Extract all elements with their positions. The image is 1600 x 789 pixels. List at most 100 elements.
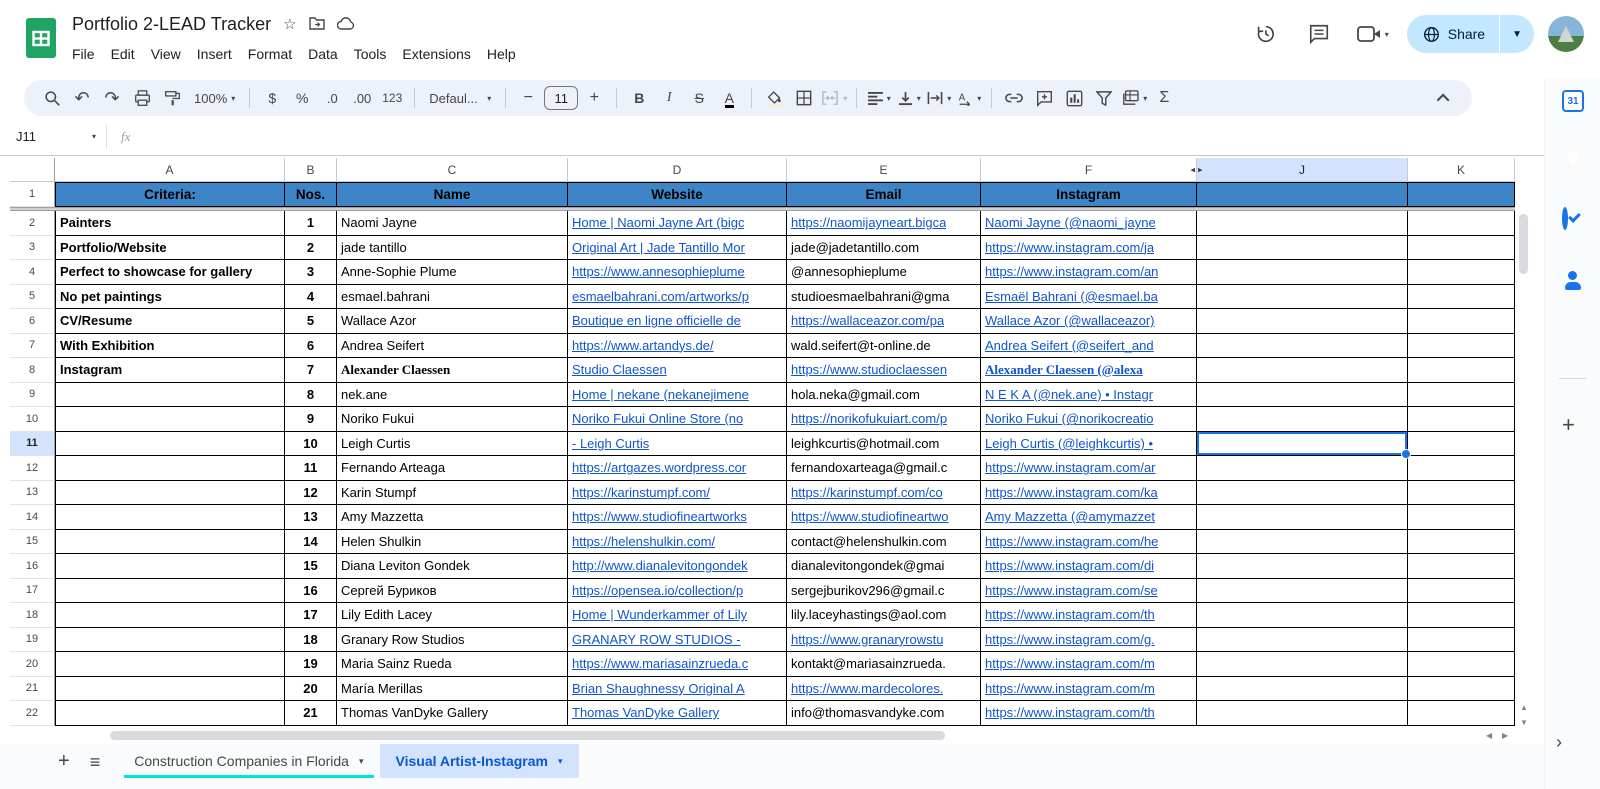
menu-help[interactable]: Help	[479, 43, 524, 65]
font-family-selector[interactable]: Defaul... ▾	[423, 84, 497, 112]
sheets-logo-icon[interactable]	[26, 18, 56, 63]
maps-icon[interactable]	[1562, 330, 1565, 348]
column-header-B[interactable]: B	[285, 158, 337, 182]
cell-K16[interactable]	[1408, 554, 1515, 579]
menu-file[interactable]: File	[64, 43, 103, 65]
row-header-20[interactable]: 20	[10, 652, 55, 677]
column-header-K[interactable]: K	[1408, 158, 1515, 182]
scroll-left-arrow[interactable]: ◀	[1486, 731, 1492, 740]
print-icon[interactable]	[128, 84, 156, 112]
cell-J4[interactable]	[1197, 260, 1408, 285]
cell-F14[interactable]: Amy Mazzetta (@amymazzet	[981, 505, 1197, 530]
cell-F11[interactable]: Leigh Curtis (@leighkcurtis) •	[981, 431, 1197, 456]
cell-E22[interactable]: info@thomasvandyke.com	[787, 701, 981, 726]
cell-K19[interactable]	[1408, 627, 1515, 652]
cell-C10[interactable]: Noriko Fukui	[337, 407, 568, 432]
fx-icon[interactable]: fx	[121, 129, 130, 145]
paint-format-icon[interactable]	[158, 84, 186, 112]
document-title[interactable]: Portfolio 2-LEAD Tracker	[72, 14, 271, 35]
format-currency-icon[interactable]: $	[258, 84, 286, 112]
cell-A10[interactable]	[55, 407, 285, 432]
cell-J8[interactable]	[1197, 358, 1408, 383]
format-percent-icon[interactable]: %	[288, 84, 316, 112]
cell-D4[interactable]: https://www.annesophieplume	[568, 260, 787, 285]
cell-B21[interactable]: 20	[285, 676, 337, 701]
cell-E19[interactable]: https://www.granaryrowstu	[787, 627, 981, 652]
cell-J17[interactable]	[1197, 578, 1408, 603]
cell-E18[interactable]: lily.laceyhastings@aol.com	[787, 603, 981, 628]
cell-C17[interactable]: Сергей Буриков	[337, 578, 568, 603]
row-header-19[interactable]: 19	[10, 627, 55, 652]
cell-A18[interactable]	[55, 603, 285, 628]
calendar-icon[interactable]: 31	[1562, 90, 1584, 112]
insert-chart-icon[interactable]	[1060, 84, 1088, 112]
menu-insert[interactable]: Insert	[189, 43, 240, 65]
scroll-up-arrow[interactable]: ▲	[1520, 703, 1528, 712]
row-header-10[interactable]: 10	[10, 407, 55, 432]
cell-K3[interactable]	[1408, 235, 1515, 260]
cell-K20[interactable]	[1408, 652, 1515, 677]
cell-K10[interactable]	[1408, 407, 1515, 432]
cell-B5[interactable]: 4	[285, 284, 337, 309]
merge-cells-icon[interactable]: ▾	[820, 84, 848, 112]
cell-J16[interactable]	[1197, 554, 1408, 579]
cell-E4[interactable]: @annesophieplume	[787, 260, 981, 285]
cell-K5[interactable]	[1408, 284, 1515, 309]
cell-K18[interactable]	[1408, 603, 1515, 628]
cell-B6[interactable]: 5	[285, 309, 337, 334]
column-header-J[interactable]: J ▸	[1197, 158, 1408, 182]
text-color-icon[interactable]: A	[724, 89, 734, 108]
cell-B11[interactable]: 10	[285, 431, 337, 456]
cell-J5[interactable]	[1197, 284, 1408, 309]
cell-F3[interactable]: https://www.instagram.com/ja	[981, 235, 1197, 260]
column-header-F[interactable]: F ◂	[981, 158, 1197, 182]
menu-tools[interactable]: Tools	[346, 43, 395, 65]
cell-E9[interactable]: hola.neka@gmail.com	[787, 382, 981, 407]
cell-K13[interactable]	[1408, 480, 1515, 505]
row-header-4[interactable]: 4	[10, 260, 55, 285]
cell-D9[interactable]: Home | nekane (nekanejimene	[568, 382, 787, 407]
cell-K8[interactable]	[1408, 358, 1515, 383]
tab-menu-caret-icon[interactable]: ▾	[359, 756, 364, 767]
scroll-down-arrow[interactable]: ▼	[1520, 718, 1528, 727]
cell-J11[interactable]	[1197, 431, 1411, 459]
cell-F20[interactable]: https://www.instagram.com/m	[981, 652, 1197, 677]
cell-A16[interactable]	[55, 554, 285, 579]
sheet-tab-construction-companies[interactable]: Construction Companies in Florida ▾	[118, 744, 379, 778]
cell-A12[interactable]	[55, 456, 285, 481]
cell-D17[interactable]: https://opensea.io/collection/p	[568, 578, 787, 603]
share-dropdown-caret[interactable]: ▼	[1500, 29, 1534, 40]
cell-F18[interactable]: https://www.instagram.com/th	[981, 603, 1197, 628]
undo-icon[interactable]: ↶	[68, 84, 96, 112]
cell-B2[interactable]: 1	[285, 211, 337, 236]
cell-A20[interactable]	[55, 652, 285, 677]
cell-C9[interactable]: nek.ane	[337, 382, 568, 407]
vertical-scrollbar[interactable]	[1519, 214, 1528, 274]
cell-D16[interactable]: http://www.dianalevitongondek	[568, 554, 787, 579]
cell-A8[interactable]: Instagram	[55, 358, 285, 383]
filter-views-icon[interactable]: ▾	[1120, 84, 1148, 112]
cell-B9[interactable]: 8	[285, 382, 337, 407]
cell-F17[interactable]: https://www.instagram.com/se	[981, 578, 1197, 603]
cell-B14[interactable]: 13	[285, 505, 337, 530]
column-header-D[interactable]: D	[568, 158, 787, 182]
cell-J1[interactable]	[1197, 182, 1408, 207]
cell-D11[interactable]: - Leigh Curtis	[568, 431, 787, 456]
account-avatar[interactable]	[1548, 16, 1584, 52]
row-header-3[interactable]: 3	[10, 235, 55, 260]
cell-J20[interactable]	[1197, 652, 1408, 677]
cell-C12[interactable]: Fernando Arteaga	[337, 456, 568, 481]
collapse-side-panel-icon[interactable]: ›	[1556, 732, 1562, 753]
cell-E3[interactable]: jade@jadetantillo.com	[787, 235, 981, 260]
cell-J10[interactable]	[1197, 407, 1408, 432]
cell-K6[interactable]	[1408, 309, 1515, 334]
cell-A21[interactable]	[55, 676, 285, 701]
cell-F6[interactable]: Wallace Azor (@wallaceazor)	[981, 309, 1197, 334]
cell-D2[interactable]: Home | Naomi Jayne Art (bigc	[568, 211, 787, 236]
cell-C4[interactable]: Anne-Sophie Plume	[337, 260, 568, 285]
move-to-folder-icon[interactable]	[308, 16, 325, 33]
menu-edit[interactable]: Edit	[103, 43, 143, 65]
cell-E13[interactable]: https://karinstumpf.com/co	[787, 480, 981, 505]
scroll-right-arrow[interactable]: ▶	[1502, 731, 1508, 740]
version-history-icon[interactable]	[1245, 14, 1285, 54]
